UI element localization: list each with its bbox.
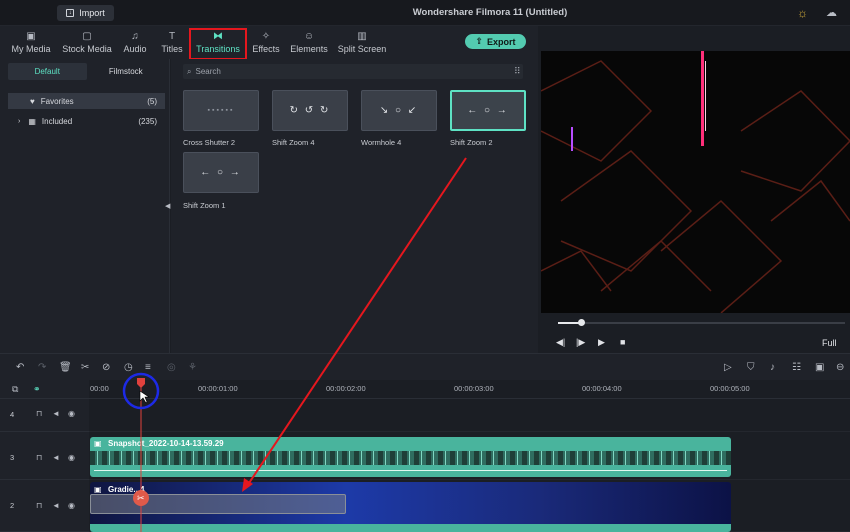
playhead-marker xyxy=(137,378,145,388)
scissor-icon: ✂ xyxy=(137,494,145,504)
drag-arrow-line xyxy=(246,157,467,487)
overlay-annotations: ✂ xyxy=(122,157,467,532)
